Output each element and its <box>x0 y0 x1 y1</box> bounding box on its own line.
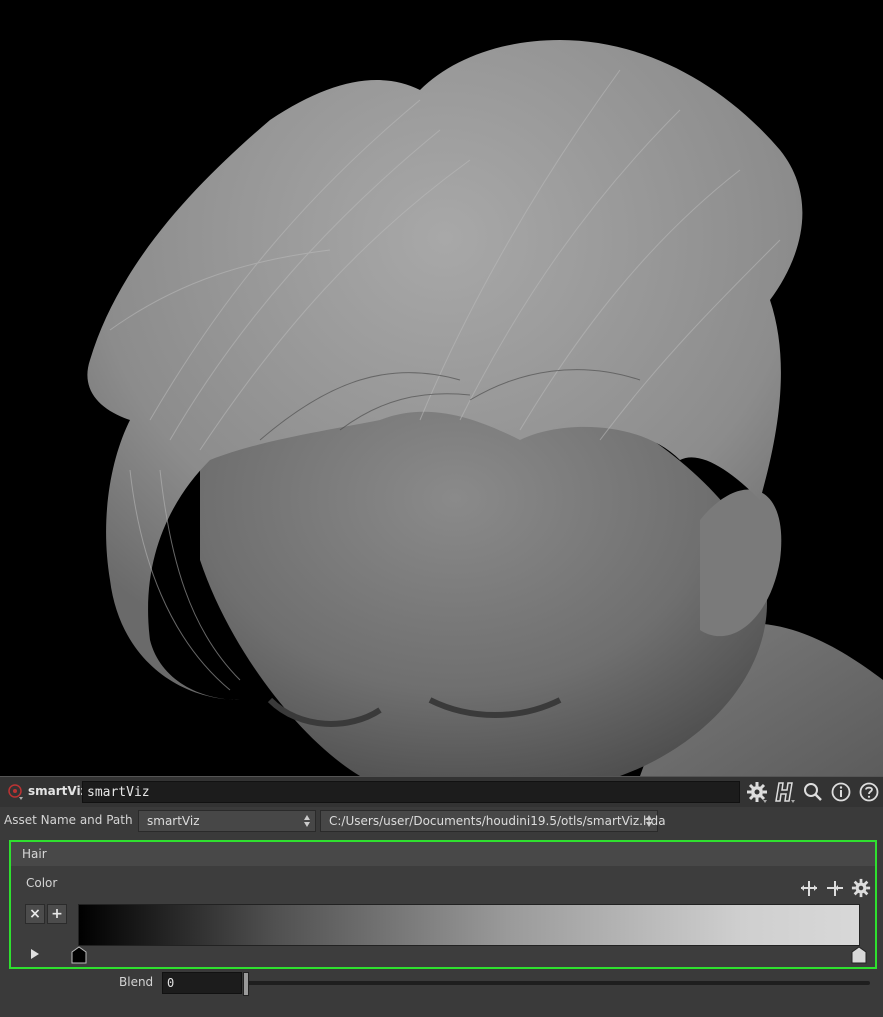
gear-icon[interactable] <box>746 781 768 803</box>
help-icon[interactable] <box>858 781 880 803</box>
color-ramp-label: Color <box>26 876 58 890</box>
gear-icon[interactable] <box>851 878 871 898</box>
expand-arrow-icon[interactable] <box>30 948 40 960</box>
blend-value-field[interactable]: 0 <box>162 972 242 994</box>
asset-name-menu[interactable]: smartViz <box>138 810 316 832</box>
asset-row: Asset Name and Path smartViz C:/Users/us… <box>0 807 883 835</box>
ramp-key-start[interactable] <box>71 946 87 964</box>
render-view <box>0 0 883 776</box>
asset-name-value: smartViz <box>147 814 200 828</box>
updown-arrow-icon <box>304 815 310 827</box>
ramp-flip-icon[interactable] <box>799 878 819 898</box>
node-type-icon[interactable] <box>5 783 25 801</box>
search-icon[interactable] <box>802 781 824 803</box>
parameter-panel: smartViz smartViz Asset Name and Path sm… <box>0 776 883 1017</box>
blend-slider-handle[interactable] <box>243 972 249 996</box>
asset-name-path-label: Asset Name and Path <box>4 813 133 827</box>
tab-hair[interactable]: Hair <box>11 842 875 866</box>
info-icon[interactable] <box>830 781 852 803</box>
node-header: smartViz smartViz <box>0 776 883 807</box>
node-type-label: smartViz <box>28 784 88 798</box>
add-key-button[interactable]: + <box>47 904 67 924</box>
hair-folder: Hair Color × + <box>9 840 877 969</box>
updown-arrow-icon <box>646 815 652 827</box>
ramp-key-end[interactable] <box>851 946 867 964</box>
asset-path-value: C:/Users/user/Documents/houdini19.5/otls… <box>329 814 666 828</box>
ramp-snap-icon[interactable] <box>825 878 845 898</box>
blend-label: Blend <box>119 975 154 989</box>
asset-path-menu[interactable]: C:/Users/user/Documents/houdini19.5/otls… <box>320 810 666 832</box>
ramp-toolbar <box>799 878 873 898</box>
viewport[interactable] <box>0 0 883 776</box>
node-name-field[interactable]: smartViz <box>82 781 740 803</box>
tab-hair-label: Hair <box>22 847 47 861</box>
color-ramp-bar[interactable] <box>78 904 860 946</box>
remove-key-button[interactable]: × <box>25 904 45 924</box>
blend-slider-track[interactable] <box>246 981 870 985</box>
houdini-help-icon[interactable] <box>774 781 796 803</box>
